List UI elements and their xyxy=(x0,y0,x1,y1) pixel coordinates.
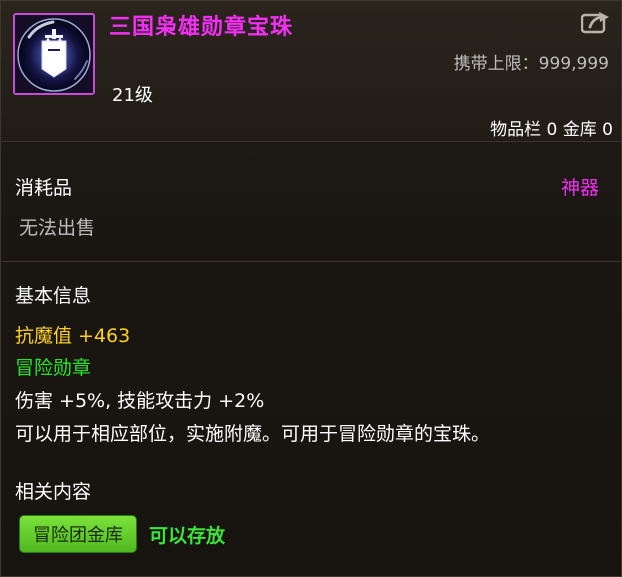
carry-limit: 携带上限：999,999 xyxy=(453,54,609,74)
basic-info-title: 基本信息 xyxy=(15,285,92,307)
magic-resist-stat: 抗魔值 +463 xyxy=(15,325,131,347)
item-name: 三国枭雄勋章宝珠 xyxy=(109,15,294,40)
tooltip-header: 三国枭雄勋章宝珠 携带上限：999,999 21级 物品栏 0 金库 0 xyxy=(1,1,621,142)
badge-type: 冒险勋章 xyxy=(15,357,92,379)
related-title: 相关内容 xyxy=(15,481,92,503)
guild-vault-tag[interactable]: 冒险团金库 xyxy=(19,515,137,553)
item-description: 可以用于相应部位，实施附魔。可用于冒险勋章的宝珠。 xyxy=(15,423,491,445)
share-icon[interactable] xyxy=(580,10,611,34)
item-category: 消耗品 xyxy=(15,177,73,199)
item-rarity: 神器 xyxy=(560,177,599,199)
effect-stat: 伤害 +5%, 技能攻击力 +2% xyxy=(15,390,265,412)
shield-emblem-orb-icon xyxy=(13,13,95,95)
sale-status: 无法出售 xyxy=(19,217,96,239)
item-tooltip: 三国枭雄勋章宝珠 携带上限：999,999 21级 物品栏 0 金库 0 消耗品… xyxy=(0,0,622,577)
storable-status: 可以存放 xyxy=(149,525,226,547)
storage-count: 物品栏 0 金库 0 xyxy=(490,120,613,140)
section-divider xyxy=(1,261,621,262)
item-level: 21级 xyxy=(112,85,153,106)
